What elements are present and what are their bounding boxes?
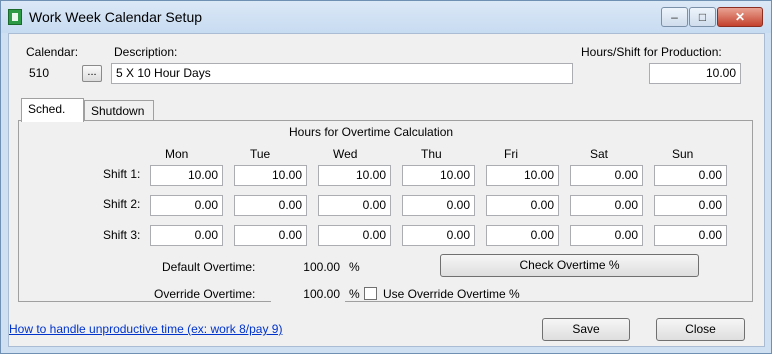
shift-2-fri-field[interactable]: 0.00 — [486, 195, 559, 216]
shift-3-sun-field[interactable]: 0.00 — [654, 225, 727, 246]
shift-1-thu-field[interactable]: 10.00 — [402, 165, 475, 186]
minimize-button[interactable]: – — [661, 7, 688, 27]
day-header-sat: Sat — [590, 147, 609, 161]
day-header-fri: Fri — [504, 147, 518, 161]
shift-1-tue-field[interactable]: 10.00 — [234, 165, 307, 186]
shift-2-sun-field[interactable]: 0.00 — [654, 195, 727, 216]
shift-1-wed-field[interactable]: 10.00 — [318, 165, 391, 186]
shift-1-mon-field[interactable]: 10.00 — [150, 165, 223, 186]
hours-shift-label: Hours/Shift for Production: — [581, 45, 722, 59]
day-header-mon: Mon — [165, 147, 189, 161]
shift-3-wed-field[interactable]: 0.00 — [318, 225, 391, 246]
tab-sched[interactable]: Sched. — [21, 98, 84, 122]
tab-shutdown[interactable]: Shutdown — [84, 100, 154, 122]
hours-shift-field[interactable]: 10.00 — [649, 63, 741, 84]
title-bar: Work Week Calendar Setup – □ ✕ — [1, 1, 771, 33]
window-title: Work Week Calendar Setup — [29, 9, 203, 25]
override-overtime-label: Override Overtime: — [154, 287, 256, 301]
shift-1-sun-field[interactable]: 0.00 — [654, 165, 727, 186]
calendar-label: Calendar: — [26, 45, 79, 59]
description-label: Description: — [114, 45, 178, 59]
override-overtime-value[interactable]: 100.00 — [271, 284, 345, 305]
shift-2-tue-field[interactable]: 0.00 — [234, 195, 307, 216]
day-header-tue: Tue — [250, 147, 271, 161]
default-overtime-value: 100.00 — [271, 257, 345, 278]
maximize-button[interactable]: □ — [689, 7, 716, 27]
use-override-label[interactable]: Use Override Overtime % — [383, 287, 520, 301]
day-header-thu: Thu — [421, 147, 442, 161]
overtime-heading: Hours for Overtime Calculation — [289, 125, 454, 139]
shift-2-thu-field[interactable]: 0.00 — [402, 195, 475, 216]
shift-2-wed-field[interactable]: 0.00 — [318, 195, 391, 216]
shift-1-sat-field[interactable]: 0.00 — [570, 165, 643, 186]
shift-1-fri-field[interactable]: 10.00 — [486, 165, 559, 186]
shift-3-fri-field[interactable]: 0.00 — [486, 225, 559, 246]
calendar-picker-button[interactable]: ... — [82, 65, 102, 82]
shift-3-tue-field[interactable]: 0.00 — [234, 225, 307, 246]
unproductive-time-link[interactable]: How to handle unproductive time (ex: wor… — [9, 322, 282, 336]
default-overtime-percent: % — [349, 260, 360, 274]
check-overtime-button[interactable]: Check Overtime % — [440, 254, 699, 277]
default-overtime-label: Default Overtime: — [162, 260, 256, 274]
close-button[interactable]: Close — [656, 318, 745, 341]
use-override-checkbox[interactable] — [364, 287, 377, 300]
shift-1-label: Shift 1: — [103, 167, 141, 181]
shift-2-label: Shift 2: — [103, 197, 141, 211]
shift-2-mon-field[interactable]: 0.00 — [150, 195, 223, 216]
app-calendar-icon — [8, 9, 22, 25]
day-header-wed: Wed — [333, 147, 358, 161]
save-button[interactable]: Save — [542, 318, 630, 341]
shift-3-mon-field[interactable]: 0.00 — [150, 225, 223, 246]
description-field[interactable]: 5 X 10 Hour Days — [111, 63, 573, 84]
shift-3-label: Shift 3: — [103, 228, 141, 242]
close-window-button[interactable]: ✕ — [717, 7, 763, 27]
day-header-sun: Sun — [672, 147, 694, 161]
calendar-field[interactable]: 510 — [24, 63, 79, 84]
shift-2-sat-field[interactable]: 0.00 — [570, 195, 643, 216]
override-overtime-percent: % — [349, 287, 360, 301]
shift-3-thu-field[interactable]: 0.00 — [402, 225, 475, 246]
window: Work Week Calendar Setup – □ ✕ Calendar:… — [0, 0, 772, 354]
shift-3-sat-field[interactable]: 0.00 — [570, 225, 643, 246]
